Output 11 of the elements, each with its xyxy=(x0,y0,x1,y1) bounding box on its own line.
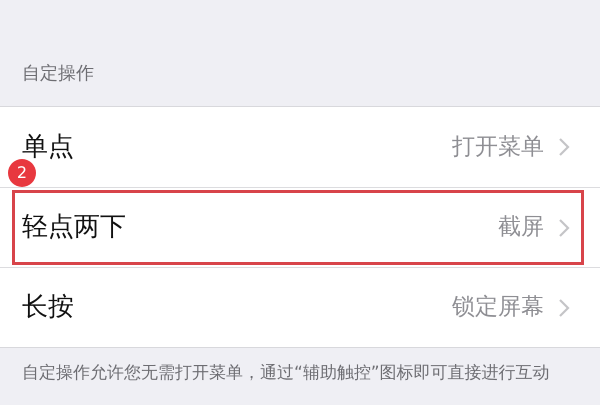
row-value: 打开菜单 xyxy=(452,132,544,162)
chevron-icon xyxy=(558,218,570,238)
row-label: 轻点两下 xyxy=(22,211,126,244)
section-header: 自定操作 xyxy=(21,62,95,86)
row-value: 截屏 xyxy=(498,213,544,242)
row-label: 长按 xyxy=(22,291,74,324)
chevron-icon xyxy=(558,137,570,157)
row-value: 锁定屏幕 xyxy=(452,293,544,322)
footer-note: 自定操作允许您无需打开菜单，通过“辅助触控”图标即可直接进行互动 xyxy=(21,362,551,385)
step-number: 2 xyxy=(8,159,36,187)
chevron-icon xyxy=(558,298,570,318)
